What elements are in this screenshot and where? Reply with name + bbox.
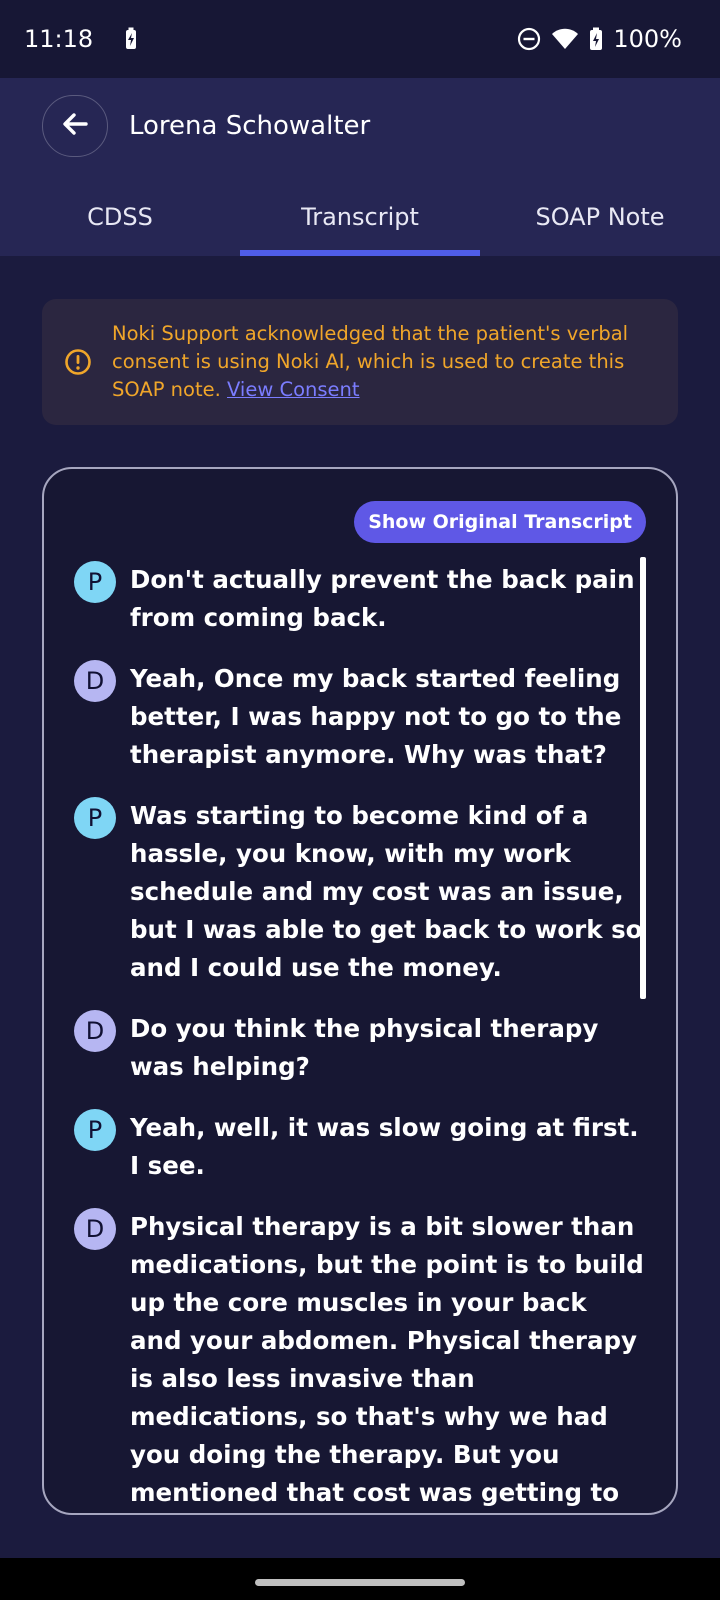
app-header: Lorena Schowalter CDSS Transcript SOAP N… — [0, 78, 720, 256]
patient-avatar: P — [74, 797, 116, 839]
doctor-avatar: D — [74, 1010, 116, 1052]
message-text: Physical therapy is a bit slower than me… — [130, 1212, 644, 1507]
patient-avatar: P — [74, 561, 116, 603]
message-text: Do you think the physical therapy was he… — [130, 1014, 599, 1081]
tab-transcript[interactable]: Transcript — [240, 178, 480, 256]
transcript-message: D Do you think the physical therapy was … — [74, 1010, 644, 1086]
tab-bar: CDSS Transcript SOAP Note — [0, 178, 720, 256]
message-text: Don't actually prevent the back pain fro… — [130, 565, 635, 632]
home-gesture-handle[interactable] — [255, 1579, 465, 1586]
battery-percent: 100% — [613, 25, 682, 53]
transcript-message: D Yeah, Once my back started feeling bet… — [74, 660, 644, 774]
tab-cdss[interactable]: CDSS — [0, 178, 240, 256]
doctor-avatar: D — [74, 1208, 116, 1250]
transcript-message: P Yeah, well, it was slow going at first… — [74, 1109, 644, 1185]
transcript-card: Show Original Transcript P Don't actuall… — [42, 467, 678, 1515]
tab-soap-note[interactable]: SOAP Note — [480, 178, 720, 256]
doctor-avatar: D — [74, 660, 116, 702]
patient-avatar: P — [74, 1109, 116, 1151]
message-text: Was starting to become kind of a hassle,… — [130, 801, 643, 982]
battery-saver-icon — [123, 27, 139, 51]
info-icon — [64, 348, 92, 376]
wifi-icon — [551, 28, 579, 50]
consent-notice: Noki Support acknowledged that the patie… — [42, 299, 678, 425]
back-button[interactable] — [42, 95, 108, 157]
show-original-transcript-button[interactable]: Show Original Transcript — [354, 501, 646, 543]
transcript-messages: P Don't actually prevent the back pain f… — [74, 561, 644, 1513]
status-time: 11:18 — [24, 25, 94, 53]
message-text: Yeah, well, it was slow going at first. … — [130, 1113, 639, 1180]
patient-name: Lorena Schowalter — [129, 111, 371, 141]
transcript-message: D Physical therapy is a bit slower than … — [74, 1208, 644, 1513]
transcript-message: P Was starting to become kind of a hassl… — [74, 797, 644, 987]
battery-icon — [589, 27, 603, 51]
view-consent-link[interactable]: View Consent — [227, 378, 360, 401]
consent-message: Noki Support acknowledged that the patie… — [112, 320, 658, 404]
transcript-message: P Don't actually prevent the back pain f… — [74, 561, 644, 637]
message-text: Yeah, Once my back started feeling bette… — [130, 664, 622, 769]
do-not-disturb-icon — [517, 27, 541, 51]
navigation-bar — [0, 1558, 720, 1600]
consent-text: Noki Support acknowledged that the patie… — [112, 322, 629, 401]
arrow-left-icon — [61, 110, 89, 142]
status-bar: 11:18 100% — [0, 0, 720, 78]
